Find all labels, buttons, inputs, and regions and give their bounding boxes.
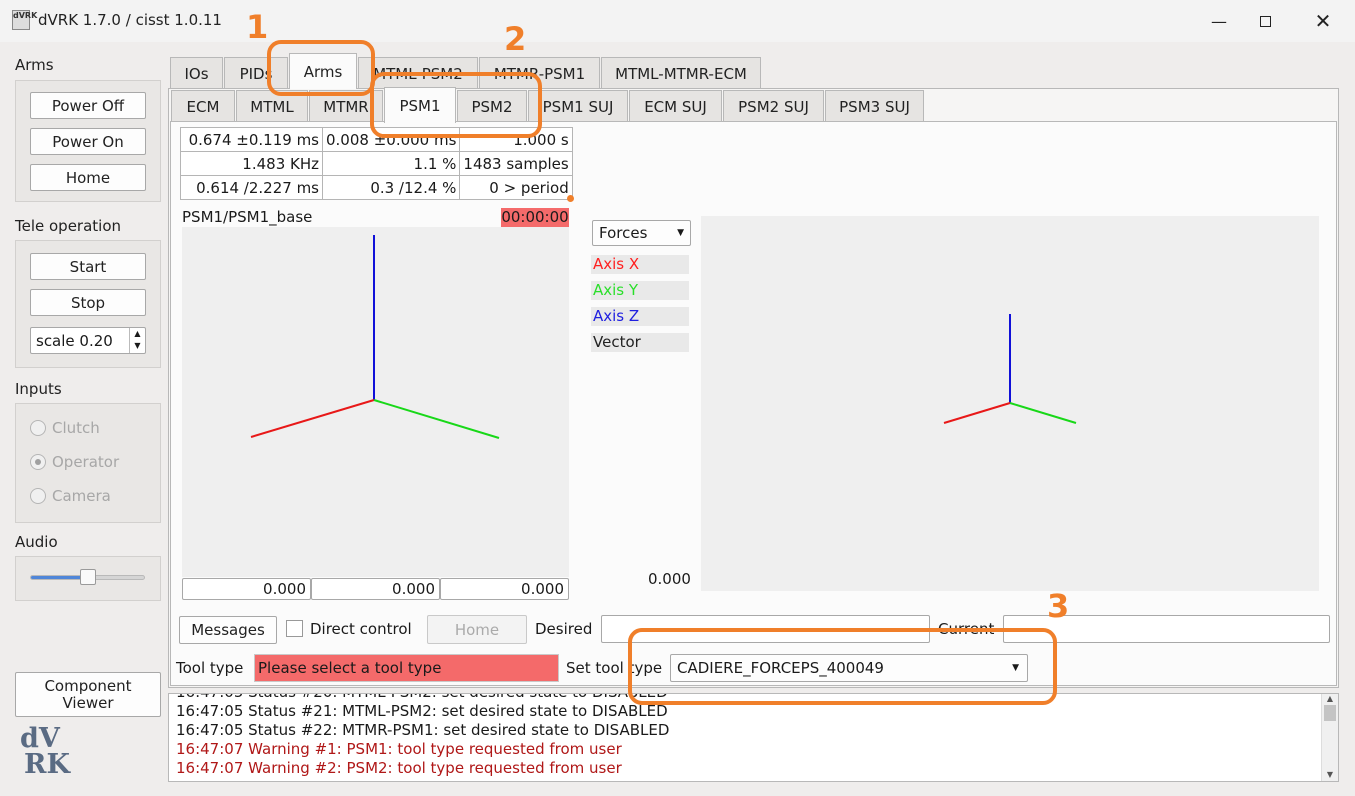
force-x-axis-line	[943, 402, 1011, 424]
vector-label[interactable]: Vector	[591, 333, 689, 352]
stat-cell: 0.614 /2.227 ms	[180, 175, 323, 200]
log-line: 16:47:05 Status #22: MTMR-PSM1: set desi…	[176, 721, 670, 739]
operator-radio[interactable]: Operator	[30, 453, 119, 471]
minimize-icon[interactable]: —	[1196, 6, 1242, 36]
scale-spinbox[interactable]: scale 0.20 ▲ ▼	[30, 327, 146, 354]
log-warning-line: 16:47:07 Warning #1: PSM1: tool type req…	[176, 740, 622, 758]
tab-psm3-suj[interactable]: PSM3 SUJ	[825, 90, 924, 122]
position-values: 0.000 0.000 0.000	[182, 578, 569, 600]
log-warning-line: 16:47:07 Warning #2: PSM2: tool type req…	[176, 759, 622, 777]
stat-cell: 1.1 %	[321, 151, 461, 176]
scrollbar-thumb[interactable]	[1324, 705, 1336, 721]
arms-group-label: Arms	[15, 56, 54, 74]
axis-z-label[interactable]: Axis Z	[591, 307, 689, 326]
maximize-icon[interactable]	[1242, 6, 1288, 36]
stat-cell: 0.674 ±0.119 ms	[180, 127, 323, 152]
radio-icon	[30, 488, 46, 504]
tab-psm1-suj[interactable]: PSM1 SUJ	[528, 90, 628, 122]
tele-operation-label: Tele operation	[15, 217, 122, 235]
log-lines: 16:47:05 Status #20: MTML-PSM2: set desi…	[176, 694, 670, 778]
force-axes-graphic	[943, 314, 1077, 424]
chevron-down-icon: ▼	[677, 228, 684, 238]
log-scrollbar[interactable]: ▲ ▼	[1321, 694, 1338, 781]
audio-slider-handle[interactable]	[80, 569, 96, 585]
start-button[interactable]: Start	[30, 253, 146, 280]
tool-type-status: Please select a tool type	[254, 654, 559, 682]
stat-cell: 1483 samples	[459, 151, 573, 176]
scroll-down-icon[interactable]: ▼	[1322, 770, 1338, 779]
force-value: 0.000	[648, 570, 691, 588]
force-3d-view[interactable]	[701, 216, 1319, 591]
axes-3d-graphic	[250, 235, 500, 439]
tab-psm2-suj[interactable]: PSM2 SUJ	[723, 90, 824, 122]
forces-select[interactable]: Forces ▼	[592, 220, 691, 246]
window-title: dVRK 1.7.0 / cisst 1.0.11	[38, 11, 222, 29]
camera-radio[interactable]: Camera	[30, 487, 111, 505]
table-row: 1.483 KHz 1.1 % 1483 samples	[180, 151, 573, 176]
radio-icon	[30, 420, 46, 436]
spin-down-icon[interactable]: ▼	[130, 340, 145, 352]
frame-name: PSM1/PSM1_base	[182, 208, 313, 226]
axis-y-label[interactable]: Axis Y	[591, 281, 689, 300]
arm-home-button[interactable]: Home	[427, 615, 527, 644]
force-y-axis-line	[1009, 402, 1077, 424]
camera-label: Camera	[52, 487, 111, 505]
audio-label: Audio	[15, 533, 58, 551]
position-y-value: 0.000	[311, 578, 440, 600]
scroll-up-icon[interactable]: ▲	[1322, 694, 1338, 703]
timestamp-badge: 00:00:00	[501, 208, 569, 227]
annotation-box	[628, 628, 1057, 705]
position-z-value: 0.000	[440, 578, 569, 600]
tab-ios[interactable]: IOs	[170, 57, 223, 89]
stat-cell: 0.3 /12.4 %	[321, 175, 461, 200]
log-line: 16:47:05 Status #21: MTML-PSM2: set desi…	[176, 702, 668, 720]
home-button[interactable]: Home	[30, 164, 146, 191]
spin-up-icon[interactable]: ▲	[130, 328, 145, 340]
annotation-number: 1	[246, 8, 269, 46]
status-dot	[567, 195, 574, 202]
position-x-value: 0.000	[182, 578, 311, 600]
log-line: 16:47:05 Status #20: MTML-PSM2: set desi…	[176, 694, 669, 702]
power-off-button[interactable]: Power Off	[30, 92, 146, 119]
radio-checked-icon	[30, 454, 46, 470]
stat-cell: 1.483 KHz	[180, 151, 323, 176]
messages-button[interactable]: Messages	[179, 616, 277, 644]
tab-psm1[interactable]: PSM1	[384, 87, 456, 123]
app-icon: dVRK	[12, 10, 37, 30]
tab-ecm-suj[interactable]: ECM SUJ	[629, 90, 722, 122]
clutch-radio[interactable]: Clutch	[30, 419, 100, 437]
close-icon[interactable]: ✕	[1300, 6, 1346, 36]
direct-control-label: Direct control	[310, 620, 412, 638]
tab-ecm[interactable]: ECM	[171, 90, 235, 122]
tool-type-label: Tool type	[176, 659, 244, 677]
direct-control-checkbox[interactable]	[286, 620, 303, 637]
position-3d-view[interactable]	[182, 227, 569, 577]
tab-mtml-mtmr-ecm[interactable]: MTML-MTMR-ECM	[601, 57, 761, 89]
table-row: 0.614 /2.227 ms 0.3 /12.4 % 0 > period	[180, 175, 573, 200]
x-axis-line	[250, 399, 375, 438]
forces-select-value: Forces	[599, 224, 648, 242]
spin-arrows[interactable]: ▲ ▼	[129, 328, 145, 353]
power-on-button[interactable]: Power On	[30, 128, 146, 155]
axis-x-label[interactable]: Axis X	[591, 255, 689, 274]
scale-value: scale 0.20	[36, 331, 113, 350]
annotation-number: 3	[1047, 587, 1070, 625]
y-axis-line	[373, 399, 500, 439]
stat-cell: 0 > period	[459, 175, 573, 200]
dvrk-logo: dV RK	[18, 725, 88, 780]
logo-bottom: RK	[24, 749, 70, 780]
title-bar: dVRK dVRK 1.7.0 / cisst 1.0.11 — ✕	[0, 0, 1355, 42]
desired-label: Desired	[535, 620, 593, 638]
operator-label: Operator	[52, 453, 120, 471]
log-output[interactable]: 16:47:05 Status #20: MTML-PSM2: set desi…	[168, 693, 1339, 782]
inputs-label: Inputs	[15, 380, 62, 398]
annotation-number: 2	[504, 20, 527, 58]
stop-button[interactable]: Stop	[30, 289, 146, 316]
component-viewer-button[interactable]: Component Viewer	[15, 672, 161, 717]
clutch-label: Clutch	[52, 419, 100, 437]
tab-arms[interactable]: Arms	[289, 53, 357, 89]
